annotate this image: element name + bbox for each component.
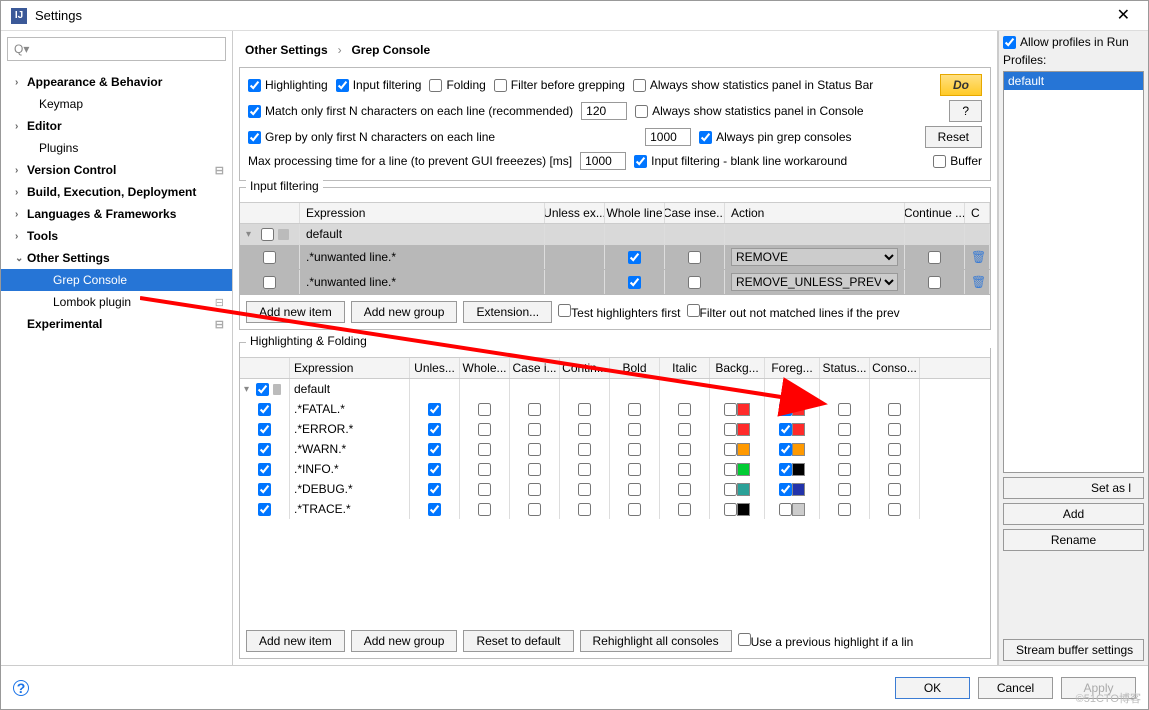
test-highlighters-first[interactable]: Test highlighters first <box>558 304 680 320</box>
add-profile-button[interactable]: Add <box>1003 503 1144 525</box>
project-badge-icon: ⊟ <box>215 318 224 331</box>
search-icon: Q▾ <box>14 42 29 56</box>
sidebar: Q▾ ›Appearance & BehaviorKeymap›EditorPl… <box>1 31 233 665</box>
sidebar-item-editor[interactable]: ›Editor <box>1 115 232 137</box>
input-filtering-panel: Input filtering Expression Unless ex... … <box>239 187 991 330</box>
dialog-footer: ? OK Cancel Apply <box>1 665 1148 709</box>
opt-match-first-n[interactable]: Match only first N characters on each li… <box>248 104 573 118</box>
hl-reset-default[interactable]: Reset to default <box>463 630 573 652</box>
opt-folding[interactable]: Folding <box>429 78 485 92</box>
filter-add-item[interactable]: Add new item <box>246 301 345 323</box>
filter-add-group[interactable]: Add new group <box>351 301 458 323</box>
trash-icon[interactable]: 🗑 <box>971 250 986 264</box>
folder-icon <box>273 384 281 395</box>
opt-grep-first-n[interactable]: Grep by only first N characters on each … <box>248 130 495 144</box>
sidebar-item-tools[interactable]: ›Tools <box>1 225 232 247</box>
watermark: ©51CTO博客 <box>1076 690 1141 706</box>
hl-add-item[interactable]: Add new item <box>246 630 345 652</box>
filter-row[interactable]: .*unwanted line.* REMOVE 🗑 <box>240 245 990 270</box>
search-box[interactable]: Q▾ <box>7 37 226 61</box>
ok-button[interactable]: OK <box>895 677 970 699</box>
sidebar-item-grep-console[interactable]: Grep Console <box>1 269 232 291</box>
opt-buffer[interactable]: Buffer <box>933 154 982 168</box>
close-icon[interactable]: ✕ <box>1109 8 1138 24</box>
opt-stats-console[interactable]: Always show statistics panel in Console <box>635 104 863 118</box>
breadcrumb-child: Grep Console <box>351 43 430 57</box>
sidebar-item-appearance-behavior[interactable]: ›Appearance & Behavior <box>1 71 232 93</box>
opt-input-filtering[interactable]: Input filtering <box>336 78 422 92</box>
hl-row[interactable]: .*INFO.* <box>240 459 990 479</box>
input-filtering-legend: Input filtering <box>246 179 323 193</box>
filter-extension[interactable]: Extension... <box>463 301 552 323</box>
profiles-list[interactable]: default <box>1003 71 1144 473</box>
profiles-pane: Allow profiles in Run Profiles: default … <box>998 31 1148 665</box>
highlighting-legend: Highlighting & Folding <box>246 334 996 348</box>
opt-always-pin[interactable]: Always pin grep consoles <box>699 130 851 144</box>
opt-max-time-label: Max processing time for a line (to preve… <box>248 154 572 168</box>
max-time-value[interactable] <box>580 152 626 170</box>
project-badge-icon: ⊟ <box>215 296 224 309</box>
search-input[interactable] <box>33 42 219 56</box>
stream-buffer-button[interactable]: Stream buffer settings <box>1003 639 1144 661</box>
match-first-n-value[interactable] <box>581 102 627 120</box>
allow-profiles[interactable]: Allow profiles in Run <box>1003 35 1144 49</box>
filter-grid-header: Expression Unless ex... Whole line Case … <box>240 202 990 224</box>
grep-first-n-value[interactable] <box>645 128 691 146</box>
sidebar-item-languages-frameworks[interactable]: ›Languages & Frameworks <box>1 203 232 225</box>
hl-add-group[interactable]: Add new group <box>351 630 458 652</box>
options-panel: Highlighting Input filtering Folding Fil… <box>239 67 991 181</box>
breadcrumb-separator: › <box>338 43 342 57</box>
profile-item-default[interactable]: default <box>1004 72 1143 90</box>
opt-stats-statusbar[interactable]: Always show statistics panel in Status B… <box>633 78 873 92</box>
reset-button[interactable]: Reset <box>925 126 982 148</box>
breadcrumb: Other Settings › Grep Console <box>233 31 997 67</box>
hl-row[interactable]: .*DEBUG.* <box>240 479 990 499</box>
profiles-label: Profiles: <box>1003 53 1144 67</box>
titlebar: IJ Settings ✕ <box>1 1 1148 31</box>
filter-row[interactable]: .*unwanted line.* REMOVE_UNLESS_PREVIO..… <box>240 270 990 295</box>
sidebar-item-lombok-plugin[interactable]: Lombok plugin⊟ <box>1 291 232 313</box>
hl-group-row[interactable]: ▾ default <box>240 379 990 399</box>
folder-icon <box>278 229 289 240</box>
filter-group-row[interactable]: ▾ default <box>240 224 990 245</box>
hl-grid-header: Expression Unles... Whole... Case i... C… <box>240 357 990 379</box>
trash-icon[interactable]: 🗑 <box>971 275 986 289</box>
action-select[interactable]: REMOVE <box>731 248 898 266</box>
sidebar-item-experimental[interactable]: Experimental⊟ <box>1 313 232 335</box>
opt-blank-line[interactable]: Input filtering - blank line workaround <box>634 154 847 168</box>
settings-tree: ›Appearance & BehaviorKeymap›EditorPlugi… <box>1 67 232 665</box>
sidebar-item-build-execution-deployment[interactable]: ›Build, Execution, Deployment <box>1 181 232 203</box>
window-title: Settings <box>35 8 1109 23</box>
app-icon: IJ <box>11 8 27 24</box>
help-icon[interactable]: ? <box>13 680 29 696</box>
opt-filter-before[interactable]: Filter before grepping <box>494 78 625 92</box>
hl-row[interactable]: .*TRACE.* <box>240 499 990 519</box>
hl-row[interactable]: .*WARN.* <box>240 439 990 459</box>
rename-profile-button[interactable]: Rename <box>1003 529 1144 551</box>
use-prev-highlight[interactable]: Use a previous highlight if a lin <box>738 633 914 649</box>
hl-rehighlight[interactable]: Rehighlight all consoles <box>580 630 732 652</box>
sidebar-item-version-control[interactable]: ›Version Control⊟ <box>1 159 232 181</box>
project-badge-icon: ⊟ <box>215 164 224 177</box>
donate-button[interactable]: Do <box>940 74 982 96</box>
sidebar-item-plugins[interactable]: Plugins <box>1 137 232 159</box>
help-button[interactable]: ? <box>949 100 982 122</box>
breadcrumb-parent: Other Settings <box>245 43 328 57</box>
hl-row[interactable]: .*FATAL.* <box>240 399 990 419</box>
sidebar-item-other-settings[interactable]: ⌄Other Settings <box>1 247 232 269</box>
set-as-button[interactable]: Set as l <box>1003 477 1144 499</box>
filter-out-unmatched[interactable]: Filter out not matched lines if the prev <box>687 304 900 320</box>
hl-row[interactable]: .*ERROR.* <box>240 419 990 439</box>
cancel-button[interactable]: Cancel <box>978 677 1053 699</box>
highlighting-panel: Highlighting & Folding Expression Unles.… <box>239 342 991 659</box>
opt-highlighting[interactable]: Highlighting <box>248 78 328 92</box>
sidebar-item-keymap[interactable]: Keymap <box>1 93 232 115</box>
action-select[interactable]: REMOVE_UNLESS_PREVIO... <box>731 273 898 291</box>
